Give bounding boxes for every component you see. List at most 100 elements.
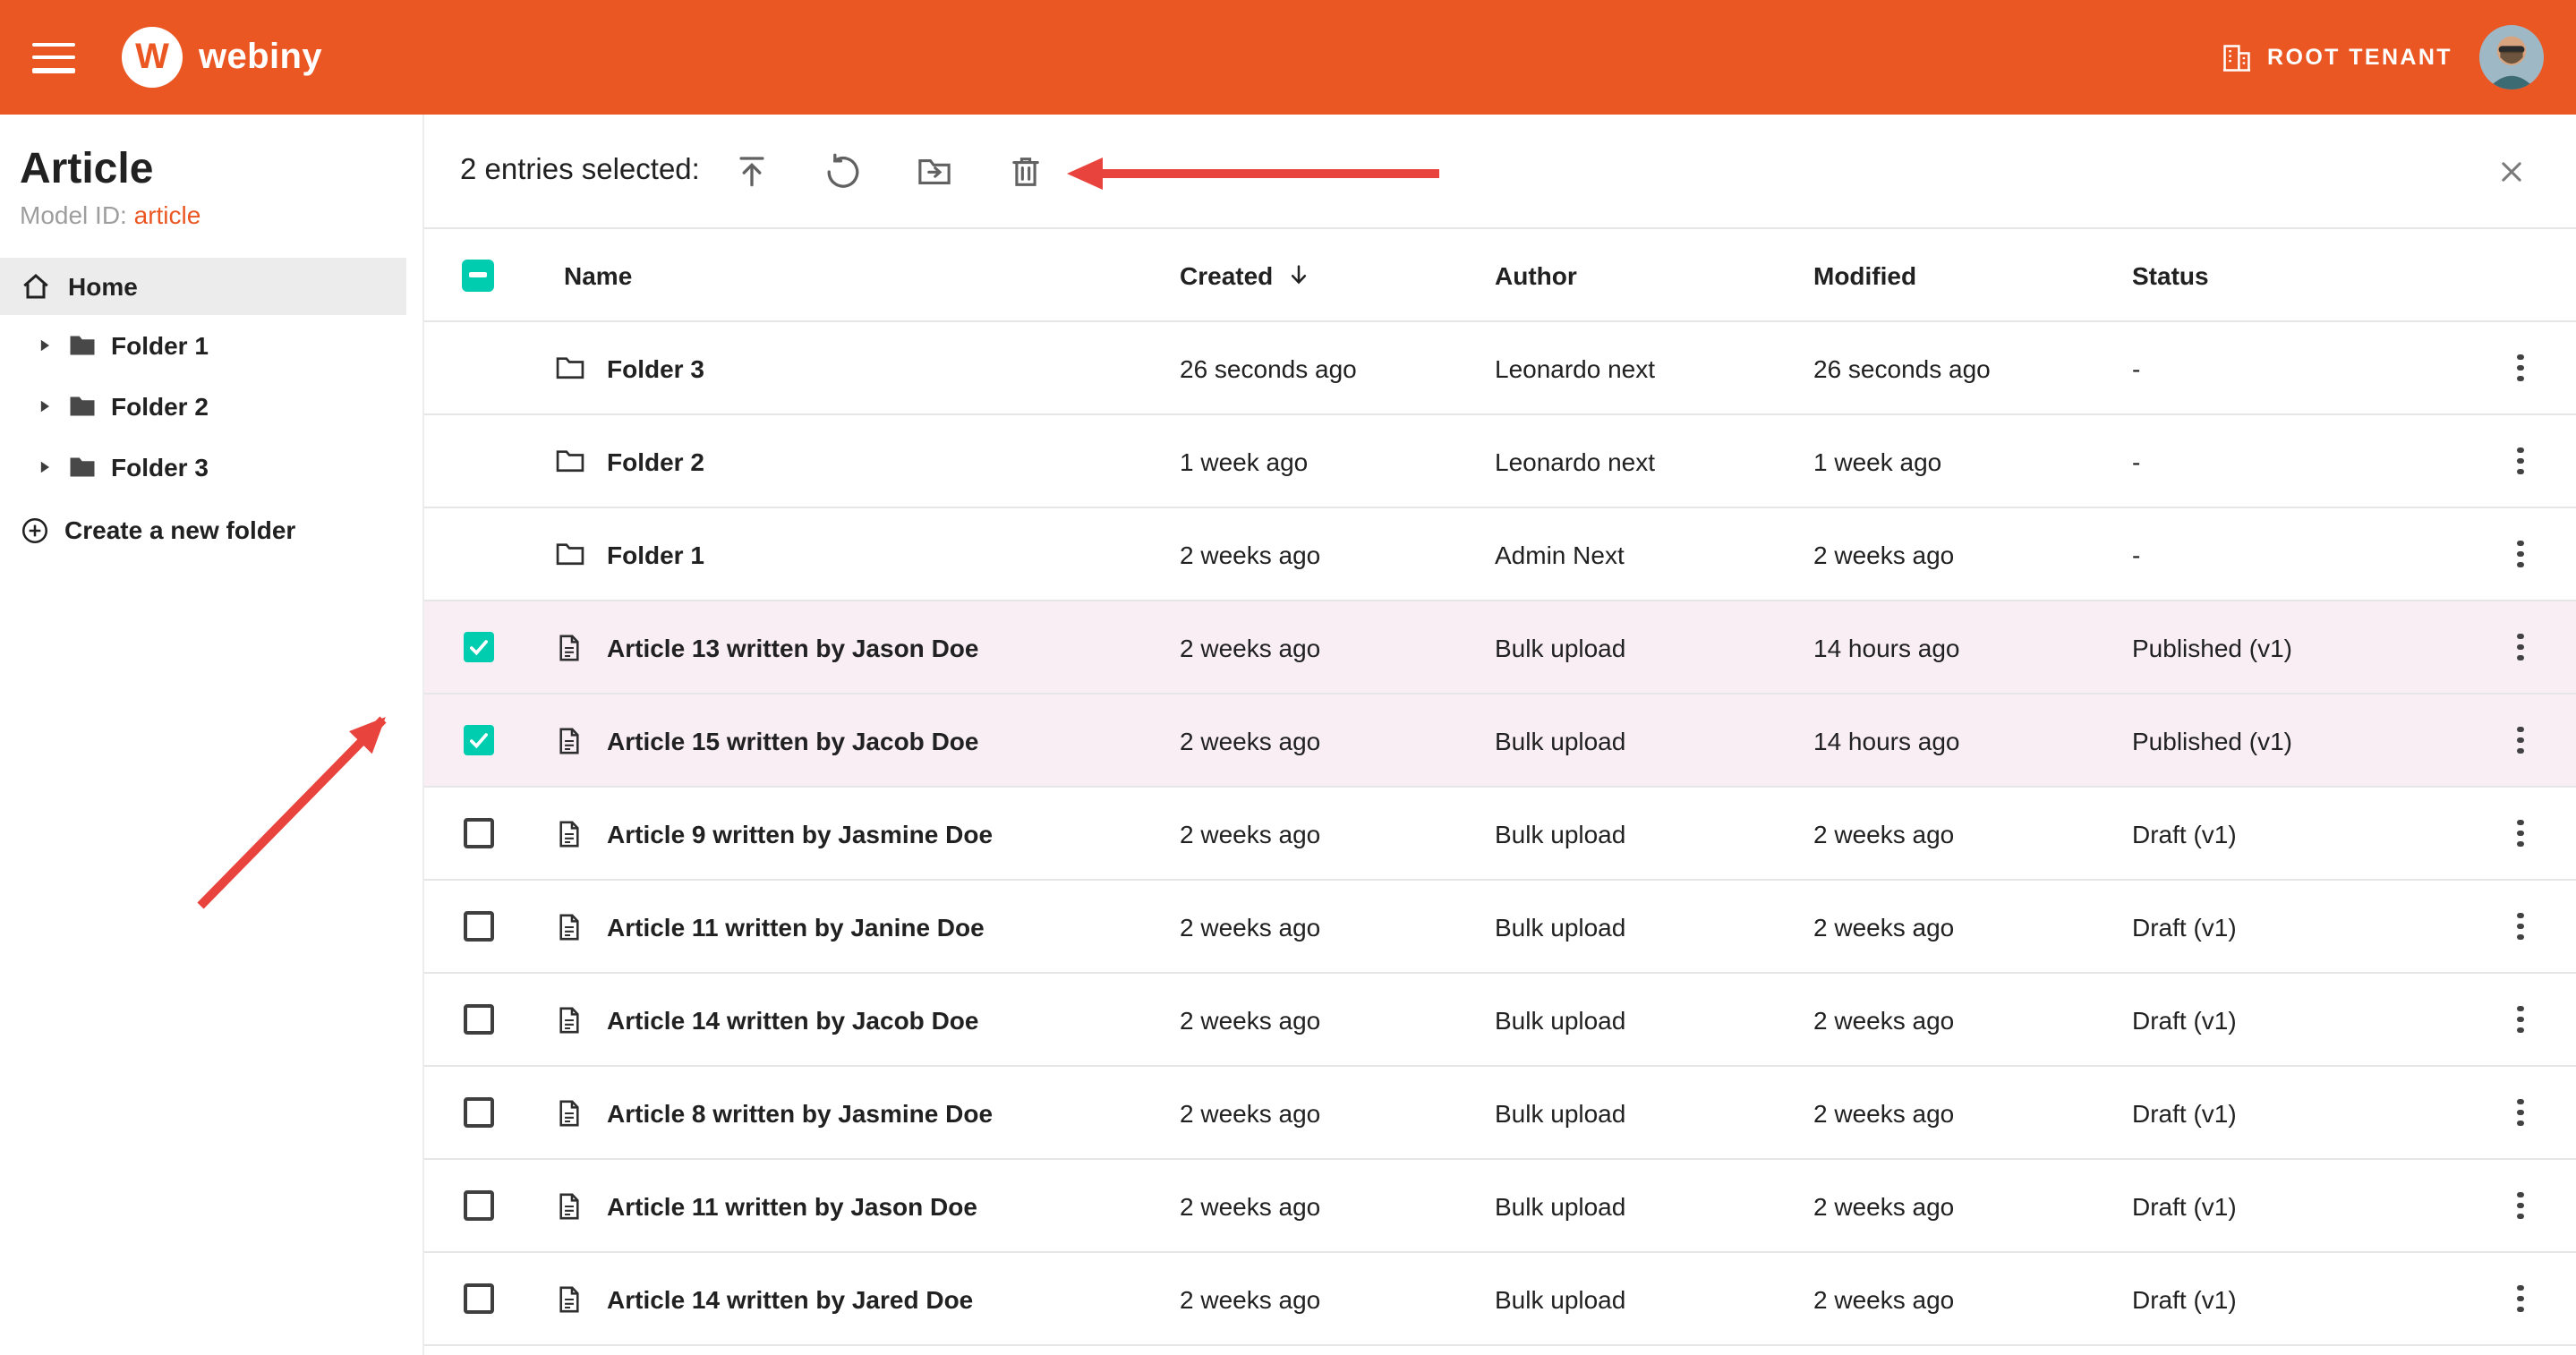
row-author: Bulk upload: [1495, 633, 1813, 661]
bulk-move-button[interactable]: [915, 151, 954, 191]
row-author: Bulk upload: [1495, 912, 1813, 941]
row-modified: 2 weeks ago: [1813, 1191, 2132, 1220]
sidebar-item-folder-2[interactable]: Folder 2: [0, 376, 422, 437]
row-author: Admin Next: [1495, 540, 1813, 568]
sidebar-item-home[interactable]: Home: [0, 258, 406, 315]
close-selection-button[interactable]: [2494, 153, 2529, 189]
upload-icon: [732, 151, 772, 191]
table-row[interactable]: Article 14 written by Jared Doe 2 weeks …: [424, 1253, 2576, 1346]
model-id: Model ID: article: [20, 200, 422, 229]
row-menu-kebab-icon[interactable]: [2510, 998, 2530, 1041]
row-menu-kebab-icon[interactable]: [2510, 905, 2530, 948]
table-row[interactable]: Folder 2 1 week ago Leonardo next 1 week…: [424, 415, 2576, 508]
row-menu-kebab-icon[interactable]: [2510, 346, 2530, 389]
row-created: 2 weeks ago: [1180, 1284, 1495, 1313]
table-row[interactable]: Folder 1 2 weeks ago Admin Next 2 weeks …: [424, 508, 2576, 601]
row-created: 2 weeks ago: [1180, 540, 1495, 568]
folder-tree: Home Folder 1 Folder 2 Folder 3: [0, 258, 422, 562]
row-name: Article 11 written by Janine Doe: [607, 912, 1180, 941]
sort-desc-icon[interactable]: [1285, 261, 1312, 288]
row-checkbox[interactable]: [463, 725, 493, 755]
row-menu-kebab-icon[interactable]: [2510, 1277, 2530, 1320]
row-name: Folder 2: [607, 447, 1180, 475]
row-created: 2 weeks ago: [1180, 1098, 1495, 1127]
row-menu-kebab-icon[interactable]: [2510, 719, 2530, 762]
create-folder-button[interactable]: Create a new folder: [20, 498, 422, 562]
hamburger-menu-icon[interactable]: [32, 42, 75, 72]
chevron-right-icon[interactable]: [36, 397, 54, 415]
webiny-logo[interactable]: W webiny: [122, 27, 322, 88]
row-modified: 2 weeks ago: [1813, 819, 2132, 848]
row-status: -: [2132, 354, 2465, 382]
chevron-right-icon[interactable]: [36, 337, 54, 354]
column-header-modified[interactable]: Modified: [1813, 260, 2132, 289]
folder-icon: [552, 444, 586, 478]
row-menu-kebab-icon[interactable]: [2510, 1091, 2530, 1134]
row-menu-kebab-icon[interactable]: [2510, 439, 2530, 482]
row-menu-kebab-icon[interactable]: [2510, 1184, 2530, 1227]
row-status: -: [2132, 540, 2465, 568]
column-header-created[interactable]: Created: [1180, 260, 1495, 289]
sidebar-item-label: Folder 3: [111, 453, 209, 481]
row-modified: 1 week ago: [1813, 447, 2132, 475]
row-menu-kebab-icon[interactable]: [2510, 533, 2530, 575]
sidebar-item-folder-3[interactable]: Folder 3: [0, 437, 422, 498]
plus-circle-icon: [20, 515, 50, 545]
top-bar-right: ROOT TENANT: [2219, 25, 2544, 89]
folder-icon: [66, 329, 98, 362]
row-status: Published (v1): [2132, 726, 2465, 754]
row-checkbox[interactable]: [463, 1097, 493, 1128]
row-name: Folder 3: [607, 354, 1180, 382]
folder-icon: [66, 390, 98, 422]
row-created: 2 weeks ago: [1180, 819, 1495, 848]
chevron-right-icon[interactable]: [36, 458, 54, 476]
row-status: Published (v1): [2132, 633, 2465, 661]
model-id-value[interactable]: article: [134, 200, 201, 229]
row-menu-kebab-icon[interactable]: [2510, 626, 2530, 669]
document-icon: [553, 1283, 585, 1315]
entries-table: Folder 3 26 seconds ago Leonardo next 26…: [424, 322, 2576, 1346]
row-author: Bulk upload: [1495, 1005, 1813, 1034]
document-icon: [553, 817, 585, 849]
table-row[interactable]: Article 8 written by Jasmine Doe 2 weeks…: [424, 1067, 2576, 1160]
row-checkbox[interactable]: [463, 911, 493, 942]
close-icon: [2494, 153, 2529, 189]
row-author: Leonardo next: [1495, 447, 1813, 475]
row-checkbox[interactable]: [463, 1190, 493, 1221]
sidebar-item-folder-1[interactable]: Folder 1: [0, 315, 422, 376]
table-row[interactable]: Article 14 written by Jacob Doe 2 weeks …: [424, 974, 2576, 1067]
tenant-selector[interactable]: ROOT TENANT: [2219, 40, 2452, 74]
row-author: Leonardo next: [1495, 354, 1813, 382]
bulk-delete-button[interactable]: [1006, 151, 1045, 191]
column-header-author[interactable]: Author: [1495, 260, 1813, 289]
row-checkbox[interactable]: [463, 1004, 493, 1035]
row-author: Bulk upload: [1495, 1284, 1813, 1313]
document-icon: [553, 1096, 585, 1129]
table-row[interactable]: Article 13 written by Jason Doe 2 weeks …: [424, 601, 2576, 695]
table-row[interactable]: Folder 3 26 seconds ago Leonardo next 26…: [424, 322, 2576, 415]
column-header-name[interactable]: Name: [532, 260, 1180, 289]
page-title: Article: [20, 145, 422, 195]
table-header-row: Name Created Author Modified Status: [424, 229, 2576, 322]
column-header-status[interactable]: Status: [2132, 260, 2465, 289]
table-row[interactable]: Article 11 written by Jason Doe 2 weeks …: [424, 1160, 2576, 1253]
bulk-publish-button[interactable]: [732, 151, 772, 191]
row-menu-kebab-icon[interactable]: [2510, 812, 2530, 855]
table-row[interactable]: Article 15 written by Jacob Doe 2 weeks …: [424, 695, 2576, 788]
row-created: 1 week ago: [1180, 447, 1495, 475]
restore-icon: [823, 151, 863, 191]
row-checkbox[interactable]: [463, 818, 493, 848]
bulk-unpublish-button[interactable]: [823, 151, 863, 191]
select-all-checkbox[interactable]: [462, 259, 494, 291]
row-status: -: [2132, 447, 2465, 475]
row-checkbox[interactable]: [463, 1283, 493, 1314]
user-avatar[interactable]: [2479, 25, 2544, 89]
table-row[interactable]: Article 9 written by Jasmine Doe 2 weeks…: [424, 788, 2576, 881]
main-content: 2 entries selected:: [424, 115, 2576, 1355]
folder-icon: [552, 351, 586, 385]
row-status: Draft (v1): [2132, 1005, 2465, 1034]
table-row[interactable]: Article 11 written by Janine Doe 2 weeks…: [424, 881, 2576, 974]
building-icon: [2219, 40, 2253, 74]
row-checkbox[interactable]: [463, 632, 493, 662]
row-author: Bulk upload: [1495, 819, 1813, 848]
